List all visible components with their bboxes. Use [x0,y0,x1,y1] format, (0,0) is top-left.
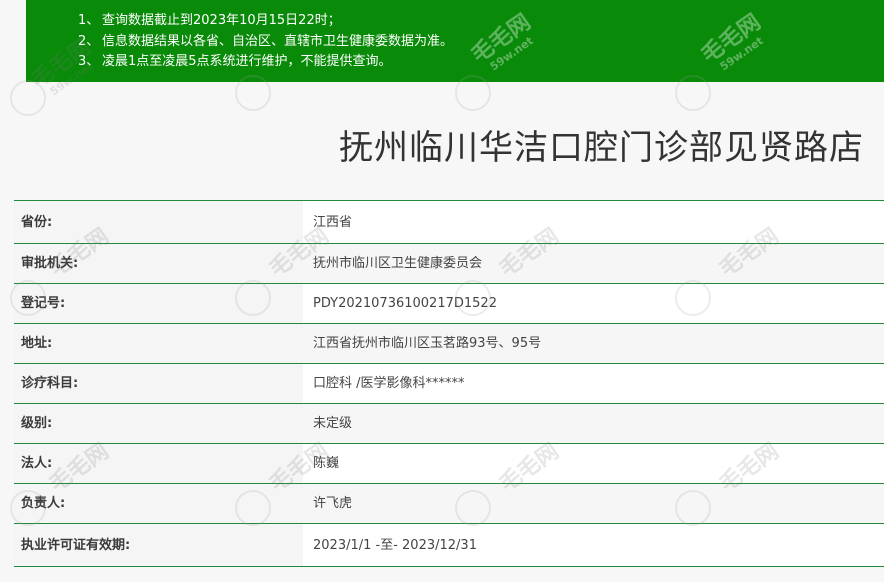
info-value: 陈巍 [303,444,884,483]
info-label: 登记号: [14,284,303,323]
page-title: 抚州临川华洁口腔门诊部见贤路店 [339,128,864,168]
info-value: 口腔科 /医学影像科****** [303,364,884,403]
info-row-legal-person: 法人: 陈巍 [14,444,884,484]
notice-item: 3、 凌晨1点至凌晨5点系统进行维护，不能提供查询。 [78,52,884,73]
notice-item-number: 1、 [78,13,100,28]
info-label: 诊疗科目: [14,364,303,403]
info-row-address: 地址: 江西省抚州市临川区玉茗路93号、95号 [14,324,884,364]
info-label: 负责人: [14,484,303,523]
info-row-level: 级别: 未定级 [14,404,884,444]
info-value: 未定级 [303,404,884,443]
title-area: 抚州临川华洁口腔门诊部见贤路店 [20,82,884,200]
info-value: 江西省 [303,201,884,243]
info-value: PDY20210736100217D1522 [303,284,884,323]
notice-list: 1、 查询数据截止到2023年10月15日22时； 2、 信息数据结果以各省、自治区… [78,11,884,73]
info-label: 审批机关: [14,244,303,283]
info-value: 许飞虎 [303,484,884,523]
info-row-registration: 登记号: PDY20210736100217D1522 [14,284,884,324]
info-label: 级别: [14,404,303,443]
notice-banner: 1、 查询数据截止到2023年10月15日22时； 2、 信息数据结果以各省、自治区… [26,0,884,82]
info-row-province: 省份: 江西省 [14,201,884,244]
notice-item-text: 查询数据截止到2023年10月15日22时； [102,13,341,28]
notice-item-text: 信息数据结果以各省、自治区、直辖市卫生健康委数据为准。 [102,33,454,49]
info-value: 抚州市临川区卫生健康委员会 [303,244,884,283]
info-label: 地址: [14,324,303,363]
info-row-departments: 诊疗科目: 口腔科 /医学影像科****** [14,364,884,404]
info-row-manager: 负责人: 许飞虎 [14,484,884,524]
notice-item-number: 3、 [78,54,100,69]
info-row-license-validity: 执业许可证有效期: 2023/1/1 -至- 2023/12/31 [14,524,884,567]
info-label: 执业许可证有效期: [14,524,303,566]
notice-item: 1、 查询数据截止到2023年10月15日22时； [78,11,884,32]
notice-item-number: 2、 [78,33,100,49]
info-value: 江西省抚州市临川区玉茗路93号、95号 [303,324,884,363]
info-table: 省份: 江西省 审批机关: 抚州市临川区卫生健康委员会 登记号: PDY2021… [14,200,884,567]
info-row-authority: 审批机关: 抚州市临川区卫生健康委员会 [14,244,884,284]
info-label: 省份: [14,201,303,243]
notice-item-text: 凌晨1点至凌晨5点系统进行维护，不能提供查询。 [102,54,392,69]
notice-item: 2、 信息数据结果以各省、自治区、直辖市卫生健康委数据为准。 [78,32,884,53]
info-label: 法人: [14,444,303,483]
info-value: 2023/1/1 -至- 2023/12/31 [303,524,884,566]
